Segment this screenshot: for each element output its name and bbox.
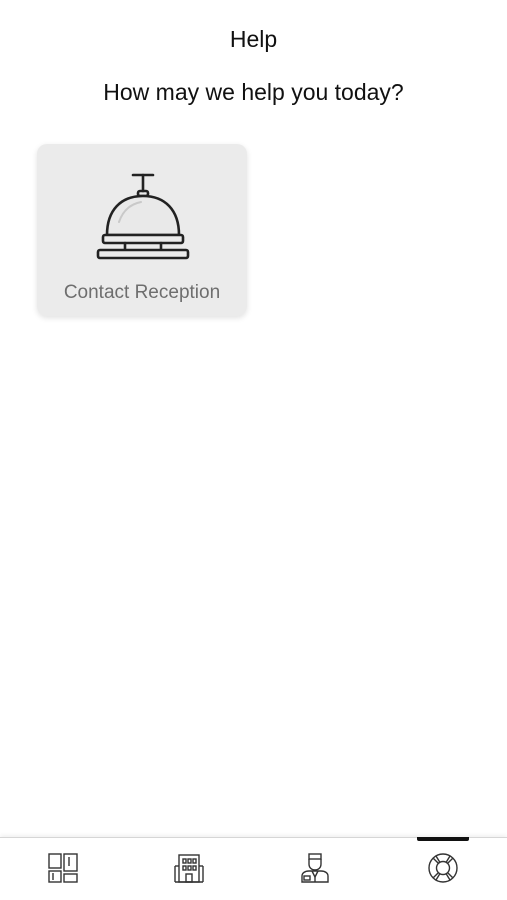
- active-tab-indicator: [417, 837, 469, 841]
- service-bell-icon: [96, 173, 190, 260]
- tab-concierge[interactable]: [252, 838, 378, 900]
- card-label: Contact Reception: [63, 282, 221, 303]
- tab-hotel[interactable]: [126, 838, 252, 900]
- contact-reception-card[interactable]: Contact Reception: [37, 144, 247, 316]
- page-title: Help: [229, 26, 278, 52]
- help-prompt: How may we help you today?: [103, 79, 404, 105]
- dashboard-icon: [48, 853, 78, 883]
- tab-dashboard[interactable]: [0, 838, 126, 900]
- bottom-tab-bar: [0, 837, 507, 900]
- concierge-staff-icon: [301, 853, 329, 883]
- lifebuoy-icon: [428, 853, 458, 883]
- tab-help[interactable]: [380, 837, 506, 900]
- hotel-building-icon: [174, 854, 204, 883]
